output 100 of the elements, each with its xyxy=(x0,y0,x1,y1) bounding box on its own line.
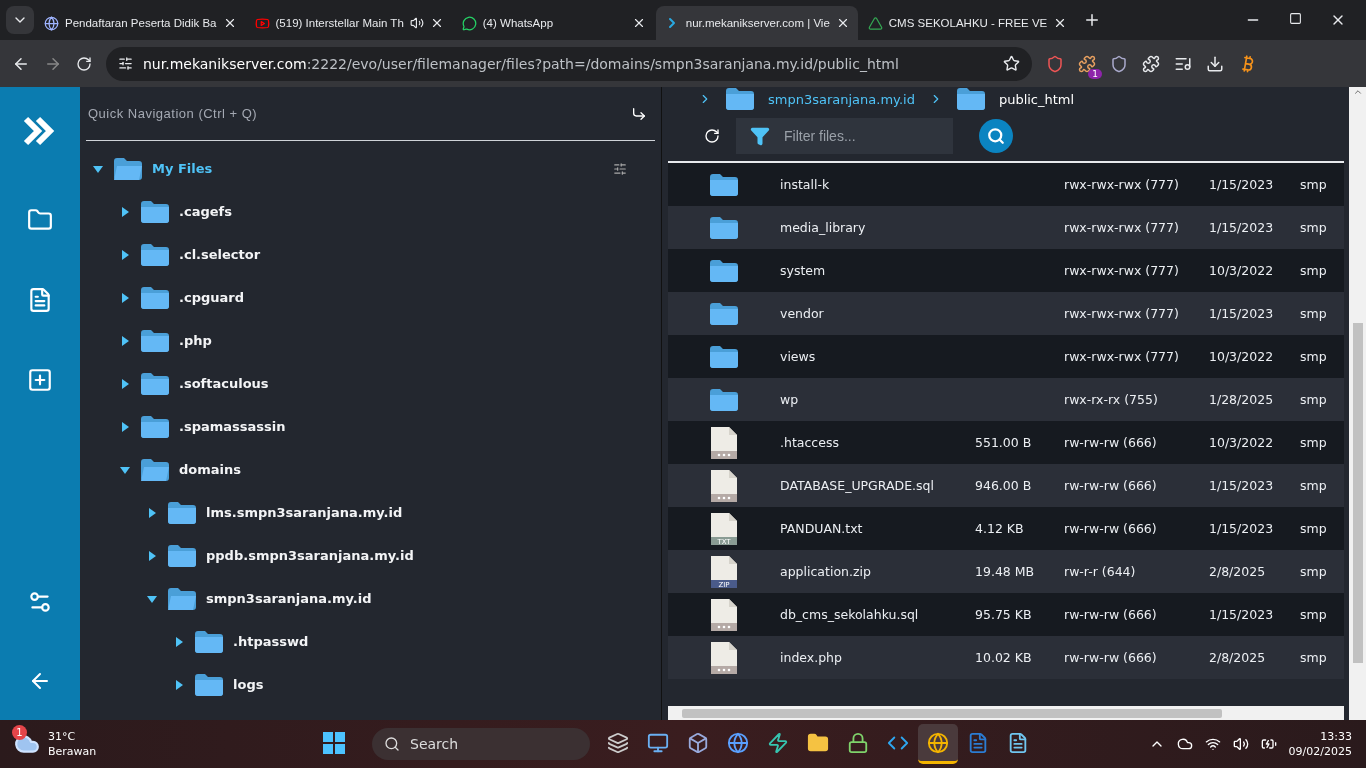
vertical-scrollbar[interactable] xyxy=(1349,87,1366,720)
shield-icon[interactable] xyxy=(1110,54,1128,73)
file-row[interactable]: media_library rwx-rwx-rwx (777) 1/15/2023 smp xyxy=(668,206,1344,249)
file-row[interactable]: vendor rwx-rwx-rwx (777) 1/15/2023 smp xyxy=(668,292,1344,335)
file-owner: smp xyxy=(1300,564,1328,579)
settings-icon[interactable] xyxy=(613,161,627,176)
breadcrumb-link[interactable]: public_html xyxy=(998,91,1075,107)
folder-icon xyxy=(710,345,738,368)
file-row[interactable]: system rwx-rwx-rwx (777) 10/3/2022 smp xyxy=(668,249,1344,292)
taskbar-search[interactable]: Search xyxy=(372,728,590,760)
file-owner: smp xyxy=(1300,349,1328,364)
folder-name[interactable]: .php xyxy=(179,333,655,348)
clock[interactable]: 13:33 09/02/2025 xyxy=(1288,729,1352,759)
site-info-icon[interactable] xyxy=(118,56,133,71)
search-button[interactable] xyxy=(979,119,1013,153)
tab-search-button[interactable] xyxy=(6,6,34,34)
folder-name[interactable]: .spamassassin xyxy=(179,419,655,434)
add-icon[interactable] xyxy=(27,367,53,393)
folder-name[interactable]: My Files xyxy=(152,161,603,176)
file-row[interactable]: .htaccess 551.00 B rw-rw-rw (666) 10/3/2022 smp xyxy=(668,421,1344,464)
folder-icon xyxy=(141,372,169,395)
folder-icon xyxy=(168,501,196,524)
caret-icon[interactable] xyxy=(173,678,185,691)
download-icon[interactable] xyxy=(1206,54,1224,73)
file-name: db_cms_sekolahku.sql xyxy=(780,607,920,622)
file-owner: smp xyxy=(1300,478,1328,493)
folder-name[interactable]: .cagefs xyxy=(179,204,655,219)
file-name: install-k xyxy=(780,177,831,192)
refresh-icon[interactable] xyxy=(704,128,720,144)
file-icon xyxy=(711,641,737,674)
caret-icon[interactable] xyxy=(119,420,131,433)
reload-icon[interactable] xyxy=(76,55,92,72)
folder-name[interactable]: lms.smpn3saranjana.my.id xyxy=(206,505,655,520)
file-row[interactable]: wp rwx-rx-rx (755) 1/28/2025 smp xyxy=(668,378,1344,421)
cloud-icon[interactable] xyxy=(1176,736,1193,752)
document-icon[interactable] xyxy=(27,287,53,313)
caret-icon[interactable] xyxy=(119,248,131,261)
maximize-icon[interactable] xyxy=(1289,12,1302,25)
file-row[interactable]: views rwx-rwx-rwx (777) 10/3/2022 smp xyxy=(668,335,1344,378)
folder-icon xyxy=(168,587,196,610)
file-size: 19.48 MB xyxy=(975,564,1036,579)
folder-name[interactable]: smpn3saranjana.my.id xyxy=(206,591,655,606)
folder-name[interactable]: .cpguard xyxy=(179,290,655,305)
folder-name[interactable]: .softaculous xyxy=(179,376,655,391)
scroll-up-icon[interactable] xyxy=(1352,87,1363,97)
folder-icon xyxy=(141,458,169,481)
folder-icon xyxy=(710,216,738,239)
extensions-icon[interactable] xyxy=(1142,54,1160,73)
caret-icon[interactable] xyxy=(146,549,158,562)
folder-icon xyxy=(114,157,142,180)
file-name: index.php xyxy=(780,650,843,665)
browser-tab[interactable]: Pendaftaran Peserta Didik Ba xyxy=(36,6,245,40)
file-date: 10/3/2022 xyxy=(1209,349,1275,364)
folder-name[interactable]: .htpasswd xyxy=(233,634,655,649)
browser-tab[interactable]: (519) Interstellar Main Th xyxy=(246,6,452,40)
file-date: 2/8/2025 xyxy=(1209,650,1267,665)
caret-icon[interactable] xyxy=(173,635,185,648)
file-name: media_library xyxy=(780,220,867,235)
folder-icon xyxy=(141,329,169,352)
file-name: application.zip xyxy=(780,564,872,579)
filter-field[interactable]: Filter files... xyxy=(736,118,953,154)
windows-logo-icon xyxy=(323,731,345,754)
volume-icon[interactable] xyxy=(1232,736,1249,752)
file-name: system xyxy=(780,263,827,278)
bookmark-star-icon[interactable] xyxy=(1003,55,1020,72)
file-row[interactable]: DATABASE_UPGRADE.sql 946.00 B rw-rw-rw (666) 1/15/2023 smp xyxy=(668,464,1344,507)
caret-icon[interactable] xyxy=(119,377,131,390)
browser-tab[interactable]: nur.mekanikserver.com | Vie xyxy=(655,6,858,40)
horizontal-scrollbar[interactable] xyxy=(668,706,1344,720)
file-row[interactable]: db_cms_sekolahku.sql 95.75 KB rw-rw-rw (666) 1/15/2023 smp xyxy=(668,593,1344,636)
browser-tab[interactable]: CMS SEKOLAHKU - FREE VE xyxy=(859,6,1076,40)
folder-name[interactable]: .cl.selector xyxy=(179,247,655,262)
address-bar[interactable]: nur.mekanikserver.com:2222/evo/user/filemanager/files?path=/domains/smpn3saranjana.my.id/public_html xyxy=(106,46,1032,81)
file-row[interactable]: install-k rwx-rwx-rwx (777) 1/15/2023 smp xyxy=(668,163,1344,206)
enter-arrow-icon[interactable] xyxy=(631,105,647,122)
browser-icon[interactable] xyxy=(918,724,958,764)
breadcrumb-link[interactable]: smpn3saranjana.my.id xyxy=(768,91,915,107)
speaker-icon[interactable] xyxy=(409,16,424,30)
file-owner: smp xyxy=(1300,263,1328,278)
wifi-icon[interactable] xyxy=(1204,736,1221,752)
folder-name[interactable]: logs xyxy=(233,677,655,692)
battery-icon[interactable] xyxy=(1260,736,1277,752)
quick-navigation-field[interactable]: Quick Navigation (Ctrl + Q) xyxy=(86,105,486,122)
file-permissions: rw-rw-rw (666) xyxy=(1064,521,1158,536)
folder-name[interactable]: domains xyxy=(179,462,655,477)
folder-icon[interactable] xyxy=(27,207,53,233)
file-name: views xyxy=(780,349,817,364)
folder-name[interactable]: ppdb.smpn3saranjana.my.id xyxy=(206,548,655,563)
caret-icon[interactable] xyxy=(146,506,158,519)
file-row[interactable]: index.php 10.02 KB rw-rw-rw (666) 2/8/2025 smp xyxy=(668,636,1344,679)
settings-icon[interactable] xyxy=(27,589,53,615)
browser-tab[interactable]: (4) WhatsApp xyxy=(453,6,654,40)
caret-icon[interactable] xyxy=(119,334,131,347)
file-date: 1/15/2023 xyxy=(1209,478,1275,493)
file-date: 1/15/2023 xyxy=(1209,607,1275,622)
folder-icon xyxy=(141,243,169,266)
caret-icon[interactable] xyxy=(119,205,131,218)
caret-icon[interactable] xyxy=(119,291,131,304)
file-icon xyxy=(711,426,737,459)
extension-icon[interactable] xyxy=(1046,54,1064,73)
